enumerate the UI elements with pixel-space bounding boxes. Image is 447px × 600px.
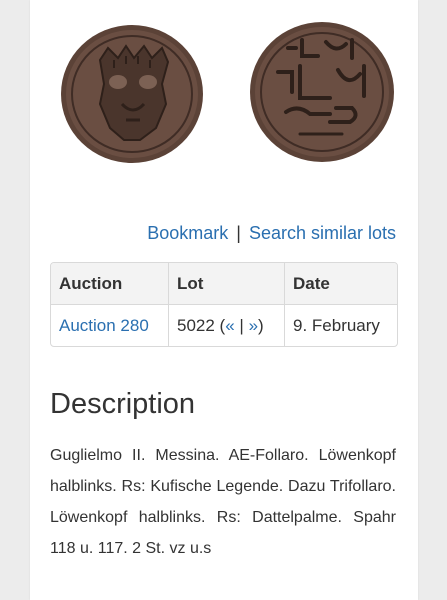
date-cell: 9. February <box>293 315 380 335</box>
coin-reverse-image[interactable] <box>250 22 394 162</box>
column-header-auction: Auction <box>51 263 169 304</box>
lot-detail-panel: Bookmark | Search similar lots Auction Lot… <box>30 0 418 600</box>
auction-cell: Auction 280 <box>51 305 169 346</box>
lot-actions: Bookmark | Search similar lots <box>30 220 396 246</box>
auction-link[interactable]: Auction 280 <box>59 316 149 336</box>
lot-nav-separator: | <box>234 315 249 335</box>
lot-info-table: Auction Lot Date Auction 280 5022 (« | »… <box>50 262 398 347</box>
coin-images <box>61 22 394 163</box>
lot-nav-open: ( <box>214 315 226 335</box>
search-similar-lots-link[interactable]: Search similar lots <box>249 223 396 243</box>
actions-separator: | <box>236 223 241 243</box>
table-header-row: Auction Lot Date <box>51 263 397 305</box>
previous-lot-link[interactable]: « <box>225 316 234 336</box>
lot-number: 5022 <box>177 315 215 335</box>
table-row: Auction 280 5022 (« | ») 9. February <box>51 305 397 346</box>
column-header-date: Date <box>293 273 330 293</box>
lot-cell: 5022 (« | ») <box>169 305 285 346</box>
column-header-lot: Lot <box>169 263 285 304</box>
bookmark-link[interactable]: Bookmark <box>147 223 228 243</box>
lot-nav-close: ) <box>258 315 264 335</box>
next-lot-link[interactable]: » <box>249 316 258 336</box>
description-heading: Description <box>50 388 196 420</box>
coin-obverse-image[interactable] <box>61 25 203 163</box>
description-text: Guglielmo II. Messina. AE-Follaro. Löwen… <box>50 447 396 557</box>
